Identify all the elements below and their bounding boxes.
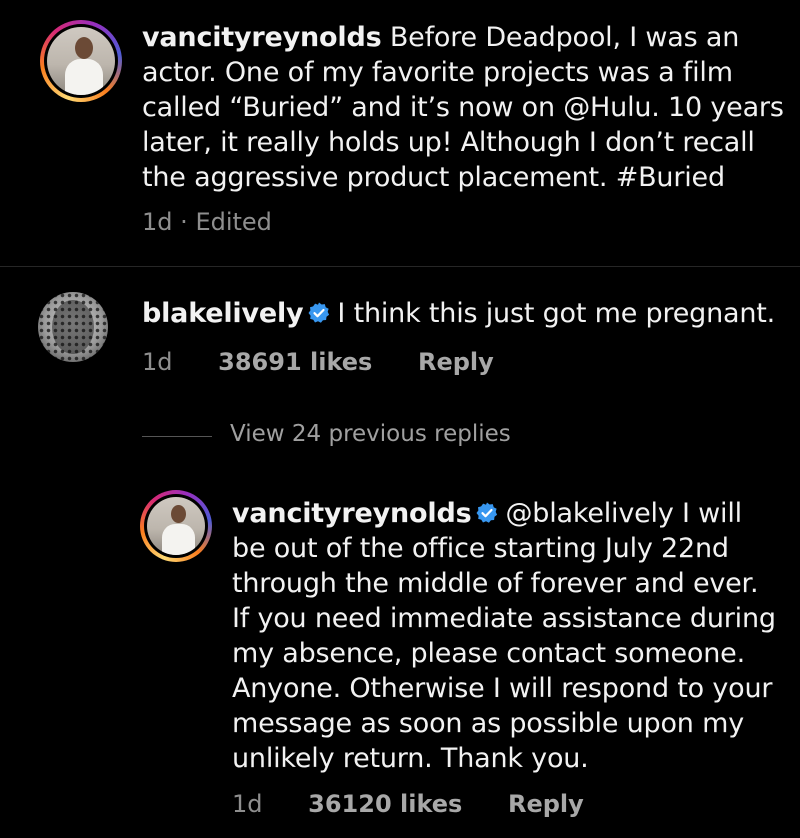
reply-username[interactable]: vancityreynolds xyxy=(232,498,472,529)
post-username[interactable]: vancityreynolds xyxy=(142,22,382,53)
comment-text: I think this just got me pregnant. xyxy=(337,298,776,329)
reply-reply-button[interactable]: Reply xyxy=(508,790,584,818)
comment-likes[interactable]: 38691 likes xyxy=(218,348,372,376)
comment-reply-button[interactable]: Reply xyxy=(418,348,494,376)
comment-body: blakelively I think this just got me preg… xyxy=(142,296,792,331)
reply-likes[interactable]: 36120 likes xyxy=(308,790,462,818)
reply-avatar[interactable] xyxy=(140,490,212,562)
meta-separator: · xyxy=(180,208,188,236)
comment-time: 1d xyxy=(142,348,173,376)
reply-meta: 1d 36120 likes Reply xyxy=(232,790,584,818)
post-caption: vancityreynolds Before Deadpool, I was a… xyxy=(142,20,792,195)
verified-badge-icon xyxy=(308,302,330,323)
view-previous-replies-link[interactable]: View 24 previous replies xyxy=(230,421,511,447)
comment-username[interactable]: blakelively xyxy=(142,298,304,329)
post-edited-label: Edited xyxy=(195,208,272,236)
comment-avatar[interactable] xyxy=(38,292,108,362)
verified-badge-icon xyxy=(476,502,498,523)
reply-time: 1d xyxy=(232,790,263,818)
caption-divider xyxy=(0,266,800,267)
post-meta: 1d · Edited xyxy=(142,208,272,236)
post-author-avatar[interactable] xyxy=(40,20,122,102)
comment-meta: 1d 38691 likes Reply xyxy=(142,348,494,376)
view-replies-line xyxy=(142,436,212,437)
reply-text: @blakelively I will be out of the office… xyxy=(232,498,776,774)
post-time: 1d xyxy=(142,208,173,236)
reply-body: vancityreynolds @blakelively I will be ou… xyxy=(232,496,782,776)
